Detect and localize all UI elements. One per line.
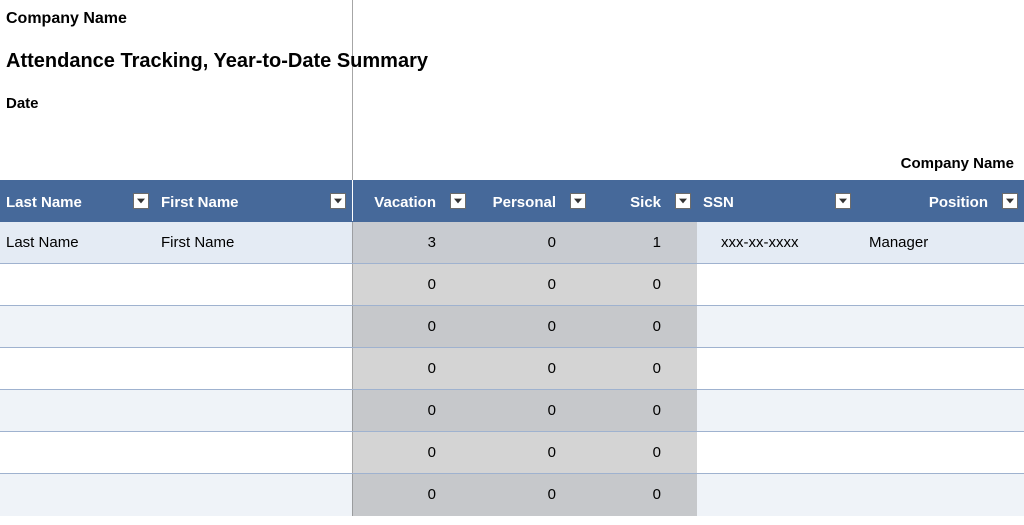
cell-last-name[interactable]	[0, 432, 155, 474]
cell-sick[interactable]: 0	[592, 390, 697, 432]
col-header-label: SSN	[703, 194, 734, 211]
cell-personal[interactable]: 0	[472, 390, 592, 432]
page-title: Attendance Tracking, Year-to-Date Summar…	[6, 50, 1018, 73]
cell-ssn[interactable]	[697, 390, 857, 432]
cell-personal[interactable]: 0	[472, 306, 592, 348]
col-header-label: Personal	[493, 194, 556, 211]
cell-first-name[interactable]	[155, 474, 352, 516]
cell-sick[interactable]: 1	[592, 222, 697, 264]
col-header-label: First Name	[161, 194, 239, 211]
cell-ssn[interactable]	[697, 348, 857, 390]
col-header-last-name[interactable]: Last Name	[0, 180, 155, 222]
filter-dropdown-icon[interactable]	[133, 193, 149, 209]
company-name-top: Company Name	[6, 10, 1018, 28]
filter-dropdown-icon[interactable]	[675, 193, 691, 209]
cell-first-name[interactable]	[155, 432, 352, 474]
cell-vacation[interactable]: 0	[352, 306, 472, 348]
col-header-position[interactable]: Position	[857, 180, 1024, 222]
col-header-first-name[interactable]: First Name	[155, 180, 352, 222]
cell-vacation[interactable]: 0	[352, 474, 472, 516]
cell-position[interactable]	[857, 474, 1024, 516]
col-header-label: Sick	[630, 194, 661, 211]
cell-vacation[interactable]: 0	[352, 432, 472, 474]
table-row: 000	[0, 474, 1024, 516]
col-header-label: Position	[929, 194, 988, 211]
cell-sick[interactable]: 0	[592, 432, 697, 474]
cell-ssn[interactable]: xxx-xx-xxxx	[697, 222, 857, 264]
cell-last-name[interactable]	[0, 474, 155, 516]
vertical-divider	[352, 0, 353, 180]
cell-sick[interactable]: 0	[592, 264, 697, 306]
filter-dropdown-icon[interactable]	[330, 193, 346, 209]
cell-first-name[interactable]	[155, 390, 352, 432]
cell-last-name[interactable]	[0, 348, 155, 390]
col-header-sick[interactable]: Sick	[592, 180, 697, 222]
cell-first-name[interactable]	[155, 348, 352, 390]
cell-first-name[interactable]: First Name	[155, 222, 352, 264]
table-header-row: Last Name First Name Vacation Personal S…	[0, 180, 1024, 222]
table-row: Last NameFirst Name301xxx-xx-xxxxManager	[0, 222, 1024, 264]
cell-vacation[interactable]: 3	[352, 222, 472, 264]
cell-ssn[interactable]	[697, 306, 857, 348]
cell-personal[interactable]: 0	[472, 474, 592, 516]
cell-last-name[interactable]	[0, 390, 155, 432]
date-label: Date	[6, 95, 1018, 112]
cell-position[interactable]	[857, 390, 1024, 432]
cell-first-name[interactable]	[155, 264, 352, 306]
filter-dropdown-icon[interactable]	[1002, 193, 1018, 209]
col-header-personal[interactable]: Personal	[472, 180, 592, 222]
cell-personal[interactable]: 0	[472, 432, 592, 474]
cell-position[interactable]	[857, 306, 1024, 348]
cell-last-name[interactable]	[0, 264, 155, 306]
table-row: 000	[0, 306, 1024, 348]
cell-position[interactable]: Manager	[857, 222, 1024, 264]
col-header-label: Last Name	[6, 194, 82, 211]
cell-last-name[interactable]: Last Name	[0, 222, 155, 264]
table-row: 000	[0, 432, 1024, 474]
cell-sick[interactable]: 0	[592, 348, 697, 390]
cell-vacation[interactable]: 0	[352, 264, 472, 306]
cell-ssn[interactable]	[697, 474, 857, 516]
table-row: 000	[0, 348, 1024, 390]
col-header-ssn[interactable]: SSN	[697, 180, 857, 222]
cell-sick[interactable]: 0	[592, 474, 697, 516]
cell-first-name[interactable]	[155, 306, 352, 348]
table-row: 000	[0, 390, 1024, 432]
cell-vacation[interactable]: 0	[352, 390, 472, 432]
cell-sick[interactable]: 0	[592, 306, 697, 348]
cell-personal[interactable]: 0	[472, 348, 592, 390]
filter-dropdown-icon[interactable]	[450, 193, 466, 209]
cell-vacation[interactable]: 0	[352, 348, 472, 390]
table-row: 000	[0, 264, 1024, 306]
cell-personal[interactable]: 0	[472, 222, 592, 264]
cell-personal[interactable]: 0	[472, 264, 592, 306]
attendance-table: Last Name First Name Vacation Personal S…	[0, 180, 1024, 516]
cell-last-name[interactable]	[0, 306, 155, 348]
filter-dropdown-icon[interactable]	[570, 193, 586, 209]
cell-position[interactable]	[857, 348, 1024, 390]
col-header-label: Vacation	[374, 194, 436, 211]
cell-position[interactable]	[857, 432, 1024, 474]
cell-ssn[interactable]	[697, 264, 857, 306]
company-name-right: Company Name	[901, 155, 1014, 172]
cell-ssn[interactable]	[697, 432, 857, 474]
col-header-vacation[interactable]: Vacation	[352, 180, 472, 222]
cell-position[interactable]	[857, 264, 1024, 306]
filter-dropdown-icon[interactable]	[835, 193, 851, 209]
